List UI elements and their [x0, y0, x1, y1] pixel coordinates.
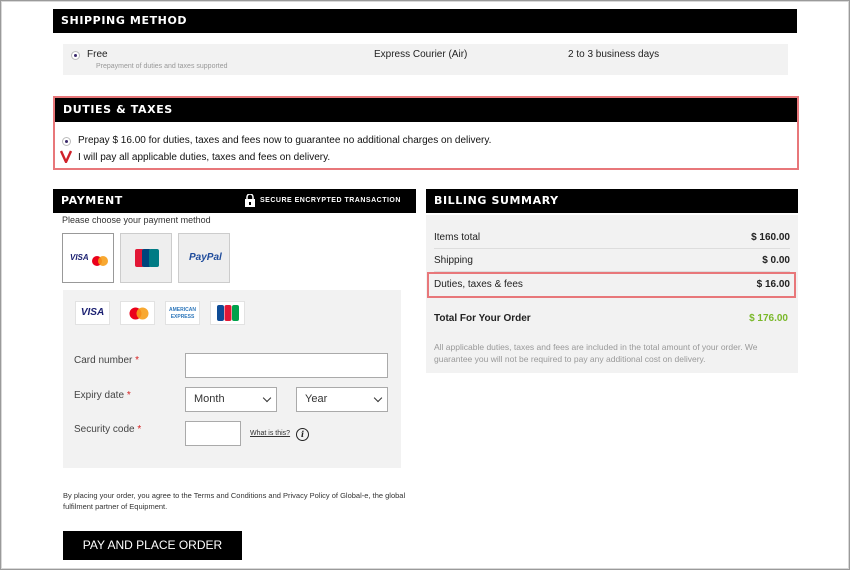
billing-row-duties: Duties, taxes & fees $ 16.00	[434, 274, 790, 296]
expiry-month-select[interactable]: Month	[185, 387, 277, 412]
chevron-down-icon	[262, 393, 272, 403]
duties-title: DUTIES & TAXES	[63, 103, 173, 116]
choose-payment-label: Please choose your payment method	[62, 215, 211, 225]
duties-prepay-label[interactable]: Prepay $ 16.00 for duties, taxes and fee…	[78, 135, 491, 146]
card-number-label: Card number *	[74, 355, 140, 366]
mastercard-badge-icon	[129, 307, 149, 329]
expiry-year-select[interactable]: Year	[296, 387, 388, 412]
billing-row-label: Shipping	[434, 255, 473, 266]
security-code-input[interactable]	[185, 421, 241, 446]
what-is-this-link[interactable]: What is this?	[250, 430, 290, 437]
payment-method-unionpay[interactable]	[120, 233, 172, 283]
secure-transaction-label: SECURE ENCRYPTED TRANSACTION	[260, 197, 401, 204]
expiry-month-value: Month	[194, 393, 225, 405]
billing-total-label: Total For Your Order	[434, 313, 531, 324]
billing-row-label: Duties, taxes & fees	[434, 279, 523, 290]
payment-title: PAYMENT	[61, 194, 123, 207]
card-number-input[interactable]	[185, 353, 388, 378]
security-code-label: Security code *	[74, 424, 142, 435]
payment-method-card[interactable]: VISA	[62, 233, 114, 283]
billing-row-label: Items total	[434, 232, 481, 243]
card-badge-amex: AMERICAN EXPRESS	[165, 301, 200, 325]
duties-header: DUTIES & TAXES	[55, 98, 797, 122]
billing-row-value: $ 0.00	[762, 255, 790, 266]
billing-row-shipping: Shipping $ 0.00	[434, 250, 790, 272]
paypal-logo-icon: PayPal	[189, 252, 222, 263]
payment-method-paypal[interactable]: PayPal	[178, 233, 230, 283]
pay-on-delivery-check-icon[interactable]	[59, 150, 73, 164]
lock-icon	[244, 193, 256, 207]
billing-note: All applicable duties, taxes and fees ar…	[434, 342, 758, 364]
unionpay-logo-icon	[135, 249, 159, 267]
visa-logo-icon: VISA	[70, 253, 89, 262]
shipping-method-header: SHIPPING METHOD	[53, 9, 797, 33]
info-icon[interactable]: i	[296, 428, 309, 441]
jcb-badge-icon	[217, 305, 239, 330]
card-badge-visa: VISA	[75, 301, 110, 325]
duties-prepay-radio[interactable]	[62, 137, 71, 146]
card-badge-mastercard	[120, 301, 155, 325]
shipping-option-radio[interactable]	[71, 51, 80, 60]
shipping-option-note: Prepayment of duties and taxes supported	[96, 63, 228, 70]
billing-summary-header: BILLING SUMMARY	[426, 189, 798, 213]
mastercard-logo-icon	[92, 253, 108, 266]
billing-row-items-total: Items total $ 160.00	[434, 227, 790, 249]
shipping-eta: 2 to 3 business days	[568, 49, 660, 60]
duties-pay-on-delivery-label[interactable]: I will pay all applicable duties, taxes …	[78, 152, 330, 163]
shipping-method-title: SHIPPING METHOD	[61, 14, 188, 27]
shipping-carrier: Express Courier (Air)	[374, 49, 468, 60]
pay-button-label: PAY AND PLACE ORDER	[82, 538, 223, 552]
shipping-option-price: Free	[87, 49, 108, 60]
expiry-date-label: Expiry date *	[74, 390, 131, 401]
billing-total-value: $ 176.00	[749, 313, 788, 324]
chevron-down-icon	[373, 393, 383, 403]
card-badge-jcb	[210, 301, 245, 325]
expiry-year-value: Year	[305, 393, 328, 405]
billing-row-value: $ 16.00	[756, 279, 790, 290]
pay-and-place-order-button[interactable]: PAY AND PLACE ORDER	[63, 531, 242, 560]
billing-row-value: $ 160.00	[751, 232, 790, 243]
terms-text: By placing your order, you agree to the …	[63, 491, 406, 511]
billing-summary-title: BILLING SUMMARY	[434, 194, 559, 207]
